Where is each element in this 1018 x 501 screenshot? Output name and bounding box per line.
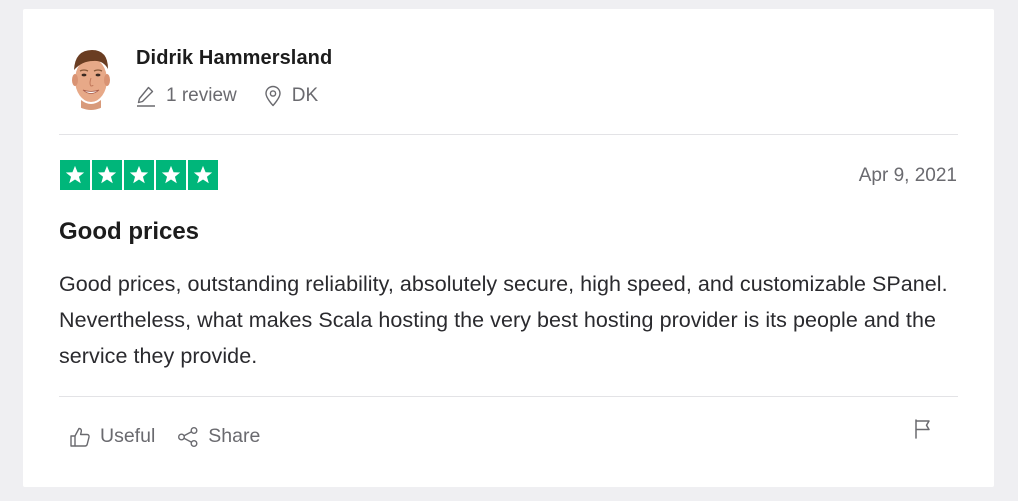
share-button[interactable]: Share — [177, 425, 260, 448]
location-label: DK — [291, 85, 319, 106]
review-count-label: 1 review — [166, 85, 237, 106]
review-actions: Useful Share — [69, 425, 260, 448]
footer-divider — [59, 396, 958, 397]
avatar[interactable] — [67, 42, 115, 110]
star-icon — [60, 160, 90, 190]
review-count: 1 review — [136, 85, 237, 107]
star-icon — [156, 160, 186, 190]
star-icon — [188, 160, 218, 190]
consumer-name[interactable]: Didrik Hammersland — [136, 47, 332, 70]
thumbs-up-icon — [69, 426, 91, 448]
consumer-meta: 1 review DK — [136, 84, 318, 108]
star-icon — [92, 160, 122, 190]
review-body: Good prices, outstanding reliability, ab… — [59, 272, 948, 368]
useful-button[interactable]: Useful — [69, 425, 155, 448]
pencil-icon — [136, 85, 156, 107]
review-title[interactable]: Good prices — [59, 218, 199, 246]
share-icon — [177, 426, 199, 448]
location-pin-icon — [264, 85, 282, 107]
share-label: Share — [208, 425, 261, 447]
consumer-header: Didrik Hammersland 1 review DK — [23, 9, 994, 135]
avatar-photo — [67, 42, 115, 110]
header-divider — [59, 134, 958, 135]
star-rating — [60, 160, 218, 190]
flag-icon[interactable] — [913, 418, 933, 445]
consumer-location: DK — [264, 85, 318, 107]
review-date: Apr 9, 2021 — [858, 165, 957, 186]
review-card: Didrik Hammersland 1 review DK Apr 9, 20… — [23, 9, 994, 487]
useful-label: Useful — [100, 425, 156, 447]
star-icon — [124, 160, 154, 190]
